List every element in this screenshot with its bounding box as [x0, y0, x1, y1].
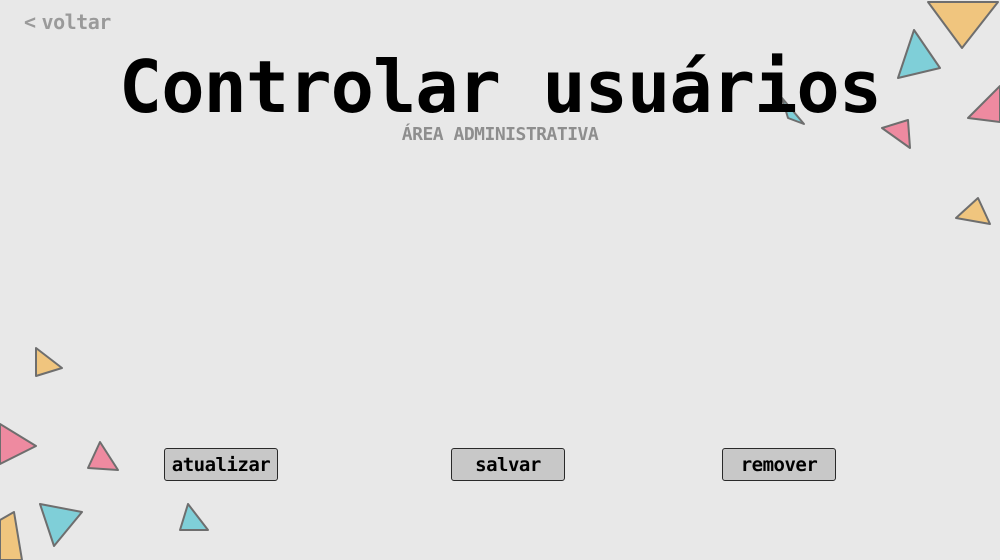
triangle-cyan-shape — [39, 503, 83, 547]
triangle-yellow-shape — [955, 197, 991, 225]
back-label: voltar — [41, 10, 112, 34]
triangle-pink-shape — [0, 423, 37, 465]
page-title: Controlar usuários — [118, 45, 882, 129]
triangle-yellow-shape — [35, 347, 63, 377]
remove-button[interactable]: remover — [722, 448, 836, 481]
update-button[interactable]: atualizar — [164, 448, 278, 481]
triangle-cyan-shape — [179, 503, 209, 531]
triangle-pink-shape — [87, 441, 119, 471]
triangle-yellow-shape — [0, 511, 23, 560]
back-link[interactable]: < voltar — [24, 10, 111, 34]
page-subtitle: ÁREA ADMINISTRATIVA — [401, 124, 599, 145]
admin-screen: < voltar Controlar usuários ÁREA ADMINIST… — [0, 0, 1000, 560]
triangle-yellow-shape — [927, 1, 999, 49]
save-button[interactable]: salvar — [451, 448, 565, 481]
chevron-left-icon: < — [24, 10, 36, 34]
